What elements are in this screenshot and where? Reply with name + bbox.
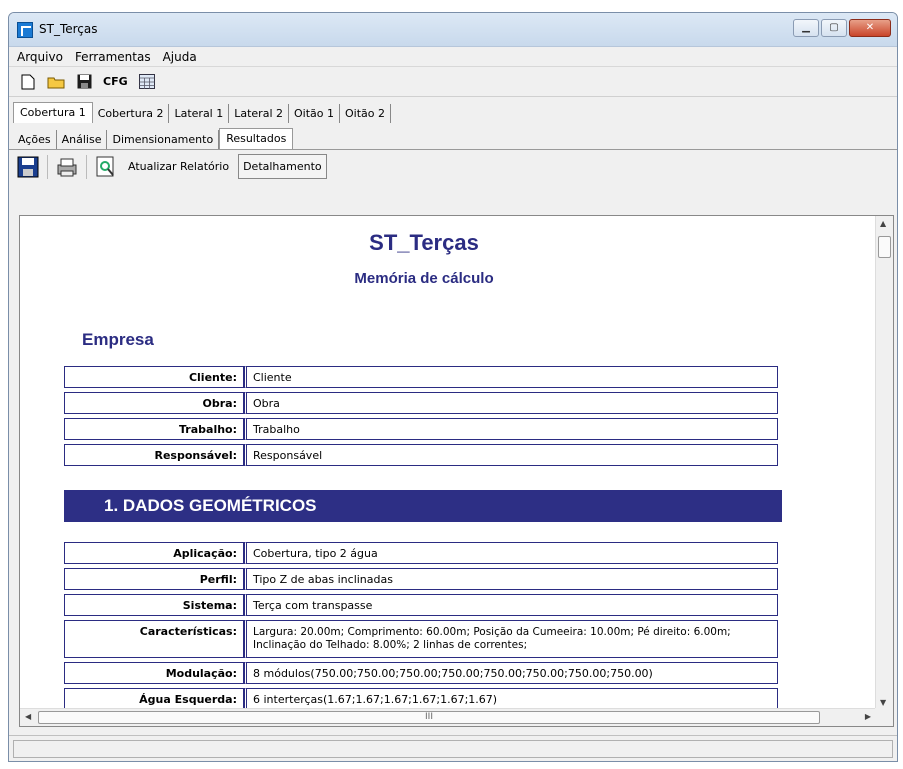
table-row: Obra: Obra bbox=[64, 392, 778, 414]
toolbar-separator bbox=[86, 154, 87, 179]
row-value: Obra bbox=[244, 392, 778, 414]
table-row: Características: Largura: 20.00m; Compri… bbox=[64, 620, 778, 658]
tab-lateral-2[interactable]: Lateral 2 bbox=[229, 104, 289, 123]
report-toolbar: Atualizar Relatório Detalhamento bbox=[9, 149, 897, 183]
report-title: ST_Terças bbox=[369, 230, 479, 255]
tab-cobertura-1[interactable]: Cobertura 1 bbox=[13, 102, 93, 123]
menu-ferramentas[interactable]: Ferramentas bbox=[75, 50, 151, 64]
row-key: Modulação: bbox=[64, 662, 244, 684]
table-row: Trabalho: Trabalho bbox=[64, 418, 778, 440]
row-value: Largura: 20.00m; Comprimento: 60.00m; Po… bbox=[244, 620, 778, 658]
scroll-down-icon[interactable]: ▼ bbox=[880, 698, 886, 707]
section-banner: 1. DADOS GEOMÉTRICOS bbox=[64, 490, 782, 522]
detail-button[interactable]: Detalhamento bbox=[238, 154, 327, 179]
tab-acoes[interactable]: Ações bbox=[13, 130, 57, 149]
tab-analise[interactable]: Análise bbox=[57, 130, 108, 149]
table-row: Sistema: Terça com transpasse bbox=[64, 594, 778, 616]
row-value: Cobertura, tipo 2 água bbox=[244, 542, 778, 564]
row-key: Aplicação: bbox=[64, 542, 244, 564]
company-heading: Empresa bbox=[82, 330, 154, 349]
row-key: Obra: bbox=[64, 392, 244, 414]
minimize-button[interactable]: ▁ bbox=[793, 19, 819, 37]
tab-dimensionamento[interactable]: Dimensionamento bbox=[107, 130, 220, 149]
menu-bar: Arquivo Ferramentas Ajuda bbox=[9, 47, 897, 67]
tab-oitao-2[interactable]: Oitão 2 bbox=[340, 104, 391, 123]
report-content: ST_Terças Memória de cálculo Empresa Cli… bbox=[20, 216, 876, 710]
scroll-up-icon[interactable]: ▲ bbox=[880, 219, 886, 228]
tab-lateral-1[interactable]: Lateral 1 bbox=[169, 104, 230, 123]
hscroll-thumb[interactable]: III bbox=[38, 711, 820, 724]
printer-icon[interactable] bbox=[54, 154, 80, 180]
report-viewer[interactable]: ST_Terças Memória de cálculo Empresa Cli… bbox=[19, 215, 894, 727]
table-row: Água Esquerda: 6 interterças(1.67;1.67;1… bbox=[64, 688, 778, 710]
row-key: Perfil: bbox=[64, 568, 244, 590]
row-key: Cliente: bbox=[64, 366, 244, 388]
close-button[interactable]: ✕ bbox=[849, 19, 891, 37]
table-row: Aplicação: Cobertura, tipo 2 água bbox=[64, 542, 778, 564]
scroll-thumb[interactable] bbox=[878, 236, 891, 258]
horizontal-scrollbar[interactable]: ◀ III ▶ bbox=[20, 708, 876, 726]
menu-arquivo[interactable]: Arquivo bbox=[17, 50, 63, 64]
geometry-table: Aplicação: Cobertura, tipo 2 água Perfil… bbox=[64, 538, 778, 710]
table-row: Perfil: Tipo Z de abas inclinadas bbox=[64, 568, 778, 590]
save-report-icon[interactable] bbox=[15, 154, 41, 180]
table-row: Responsável: Responsável bbox=[64, 444, 778, 466]
row-key: Água Esquerda: bbox=[64, 688, 244, 710]
tab-resultados[interactable]: Resultados bbox=[219, 128, 294, 149]
open-folder-icon[interactable] bbox=[47, 73, 65, 91]
row-key: Características: bbox=[64, 620, 244, 658]
report-subtitle: Memória de cálculo bbox=[354, 270, 494, 287]
menu-ajuda[interactable]: Ajuda bbox=[163, 50, 197, 64]
status-bar bbox=[9, 735, 897, 761]
sub-tabs: Ações Análise Dimensionamento Resultados bbox=[9, 127, 897, 149]
table-row: Modulação: 8 módulos(750.00;750.00;750.0… bbox=[64, 662, 778, 684]
table-row: Cliente: Cliente bbox=[64, 366, 778, 388]
scroll-corner bbox=[875, 708, 893, 726]
main-toolbar: CFG bbox=[9, 67, 897, 97]
scroll-right-icon[interactable]: ▶ bbox=[865, 712, 871, 721]
scroll-left-icon[interactable]: ◀ bbox=[25, 712, 31, 721]
row-key: Trabalho: bbox=[64, 418, 244, 440]
toolbar-separator bbox=[47, 154, 48, 179]
row-value: 6 interterças(1.67;1.67;1.67;1.67;1.67;1… bbox=[244, 688, 778, 710]
tab-cobertura-2[interactable]: Cobertura 2 bbox=[93, 104, 170, 123]
status-panel bbox=[13, 740, 893, 758]
table-icon[interactable] bbox=[138, 73, 156, 91]
row-key: Sistema: bbox=[64, 594, 244, 616]
cfg-button[interactable]: CFG bbox=[103, 75, 128, 88]
window-title: ST_Terças bbox=[39, 22, 98, 36]
update-report-button[interactable]: Atualizar Relatório bbox=[125, 156, 232, 177]
row-value: Terça com transpasse bbox=[244, 594, 778, 616]
company-table: Cliente: Cliente Obra: Obra Trabalho: Tr… bbox=[64, 362, 778, 470]
row-value: Responsável bbox=[244, 444, 778, 466]
app-window: ST_Terças ▁ ▢ ✕ Arquivo Ferramentas Ajud… bbox=[8, 12, 898, 762]
new-file-icon[interactable] bbox=[19, 73, 37, 91]
preview-icon[interactable] bbox=[93, 154, 119, 180]
row-key: Responsável: bbox=[64, 444, 244, 466]
main-tabs: Cobertura 1 Cobertura 2 Lateral 1 Latera… bbox=[9, 101, 897, 123]
vertical-scrollbar[interactable]: ▲ ▼ bbox=[875, 216, 893, 710]
save-icon[interactable] bbox=[75, 73, 93, 91]
row-value: 8 módulos(750.00;750.00;750.00;750.00;75… bbox=[244, 662, 778, 684]
app-icon bbox=[17, 22, 33, 38]
title-bar[interactable]: ST_Terças ▁ ▢ ✕ bbox=[9, 13, 897, 47]
tab-oitao-1[interactable]: Oitão 1 bbox=[289, 104, 340, 123]
row-value: Tipo Z de abas inclinadas bbox=[244, 568, 778, 590]
row-value: Cliente bbox=[244, 366, 778, 388]
maximize-button[interactable]: ▢ bbox=[821, 19, 847, 37]
row-value: Trabalho bbox=[244, 418, 778, 440]
